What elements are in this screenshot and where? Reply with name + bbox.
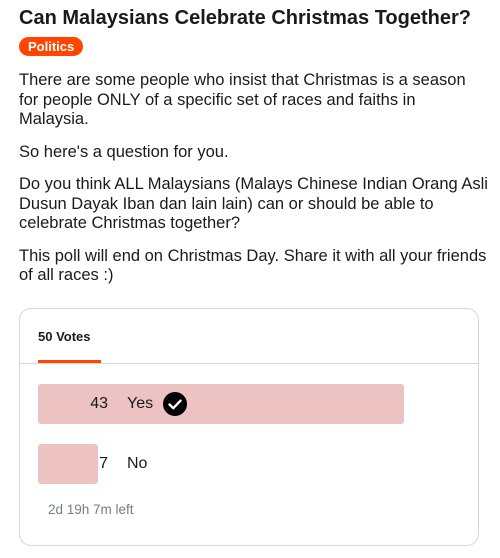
- check-circle-icon: [163, 392, 187, 416]
- total-votes: 50 Votes: [38, 329, 91, 344]
- body-paragraph: There are some people who insist that Ch…: [19, 71, 466, 128]
- body-paragraph: Do you think ALL Malaysians (Malays Chin…: [19, 175, 488, 232]
- votes-tab-underline: [38, 360, 101, 363]
- flair-badge[interactable]: Politics: [19, 37, 84, 56]
- post-title[interactable]: Can Malaysians Celebrate Christmas Toget…: [19, 6, 494, 30]
- option-label: Yes: [127, 395, 154, 412]
- body-paragraph: So here's a question for you.: [19, 142, 229, 161]
- post-body: There are some people who insist that Ch…: [19, 71, 489, 299]
- poll-header: 50 Votes: [20, 309, 478, 364]
- body-paragraph: This poll will end on Christmas Day. Sha…: [19, 246, 487, 285]
- vote-count: 7: [99, 455, 108, 472]
- poll-time-left: 2d 19h 7m left: [48, 502, 134, 517]
- poll-card: 50 Votes 43 Yes 7 No 2d 19h 7m left: [19, 308, 479, 546]
- vote-count: 43: [90, 395, 108, 412]
- option-label: No: [127, 455, 148, 472]
